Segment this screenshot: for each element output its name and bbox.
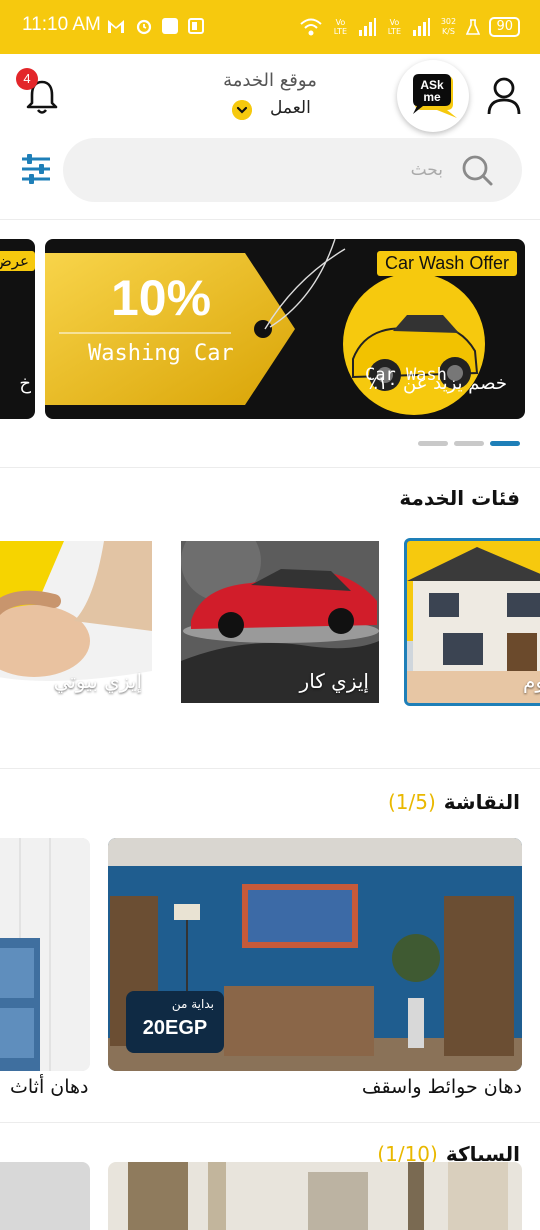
- discount-percent: 10%: [111, 270, 212, 326]
- search-bar[interactable]: [63, 138, 522, 202]
- house-image: [407, 541, 540, 703]
- category-label: يوم: [523, 669, 540, 693]
- pagination-dot[interactable]: [418, 441, 448, 446]
- category-label: إيزي بيوتي: [53, 669, 142, 693]
- app-header: 4 موقع الخدمة العمل ASk me: [0, 54, 540, 136]
- status-time: 11:10 AM: [22, 14, 101, 35]
- app-notification-icon: [162, 18, 178, 34]
- categories-title: فئات الخدمة: [399, 486, 520, 510]
- divider: [0, 219, 540, 220]
- status-right-icons: Vo LTE Vo LTE 302 K/S 90: [300, 12, 520, 42]
- app-screen: 11:10 AM Vo LTE Vo LTE 302 K/S 90 4 موقع…: [0, 0, 540, 1230]
- divider: [0, 768, 540, 769]
- wifi-icon: [300, 18, 323, 36]
- filter-icon[interactable]: [20, 151, 52, 187]
- category-card-home[interactable]: يوم: [404, 538, 540, 706]
- banner-pagination: [418, 441, 520, 446]
- offer-label: Car Wash Offer: [376, 251, 517, 276]
- section-count: (1/5): [387, 790, 436, 814]
- lte-indicator-2: Vo LTE: [387, 18, 402, 36]
- painted-furniture-image: [0, 838, 90, 1071]
- app-logo[interactable]: ASk me: [397, 60, 469, 132]
- tag-string-graphic: [264, 239, 346, 330]
- service-card-plumbing[interactable]: [108, 1162, 522, 1230]
- pagination-dot-active[interactable]: [490, 441, 520, 446]
- lte-indicator-1: Vo LTE: [333, 18, 348, 36]
- previous-banner-label: عرض: [0, 251, 35, 271]
- location-title: موقع الخدمة: [223, 70, 317, 91]
- network-speed: 302 K/S: [440, 17, 457, 36]
- service-card-furniture-painting[interactable]: [0, 838, 90, 1071]
- signal-icon-1: [359, 18, 377, 36]
- plumbing-image-2: [0, 1162, 90, 1230]
- notification-badge: 4: [16, 68, 38, 90]
- price-box: بداية من 20EGP: [126, 991, 224, 1053]
- chevron-down-icon: [232, 100, 252, 120]
- category-label: إيزي كار: [299, 669, 369, 693]
- flask-icon: [466, 19, 481, 35]
- signal-icon-2: [413, 18, 431, 36]
- search-input[interactable]: [63, 138, 443, 202]
- pagination-dot[interactable]: [454, 441, 484, 446]
- gmail-icon: [108, 20, 124, 33]
- battery-indicator: 90: [489, 17, 520, 37]
- painting-section-title: النقاشة (1/5): [388, 790, 520, 814]
- status-bar: 11:10 AM Vo LTE Vo LTE 302 K/S 90: [0, 0, 540, 54]
- alarm-icon: [136, 19, 152, 35]
- logo-text-bottom: me: [423, 90, 441, 104]
- tag-text: Washing Car: [88, 341, 234, 366]
- offer-banner-previous[interactable]: عرض خ: [0, 239, 35, 419]
- plumbing-image: [108, 1162, 522, 1230]
- user-profile-icon[interactable]: [486, 76, 522, 116]
- service-card-plumbing-2[interactable]: [0, 1162, 90, 1230]
- discount-description: خصم يزيد عن ١٠٪: [368, 373, 507, 394]
- section-name: النقاشة: [443, 790, 520, 814]
- previous-banner-text: خ: [19, 373, 31, 394]
- askme-logo-icon: ASk me: [413, 74, 457, 118]
- price-value: 20EGP: [142, 1017, 208, 1039]
- price-from-label: بداية من: [171, 997, 214, 1011]
- search-icon: [462, 155, 493, 186]
- offer-banner-car-wash[interactable]: 10% Washing Car Car Wash Offer Car Wash …: [45, 239, 525, 419]
- divider: [0, 467, 540, 468]
- service-card-wall-painting[interactable]: بداية من 20EGP: [108, 838, 522, 1071]
- powerpoint-icon: [188, 18, 204, 34]
- category-card-easy-car[interactable]: إيزي كار: [181, 541, 379, 703]
- service-label: دهان أثاث: [10, 1076, 89, 1098]
- location-value: العمل: [270, 98, 311, 118]
- category-card-easy-beauty[interactable]: إيزي بيوتي: [0, 541, 152, 703]
- divider: [0, 1122, 540, 1123]
- service-label: دهان حوائط واسقف: [361, 1076, 522, 1098]
